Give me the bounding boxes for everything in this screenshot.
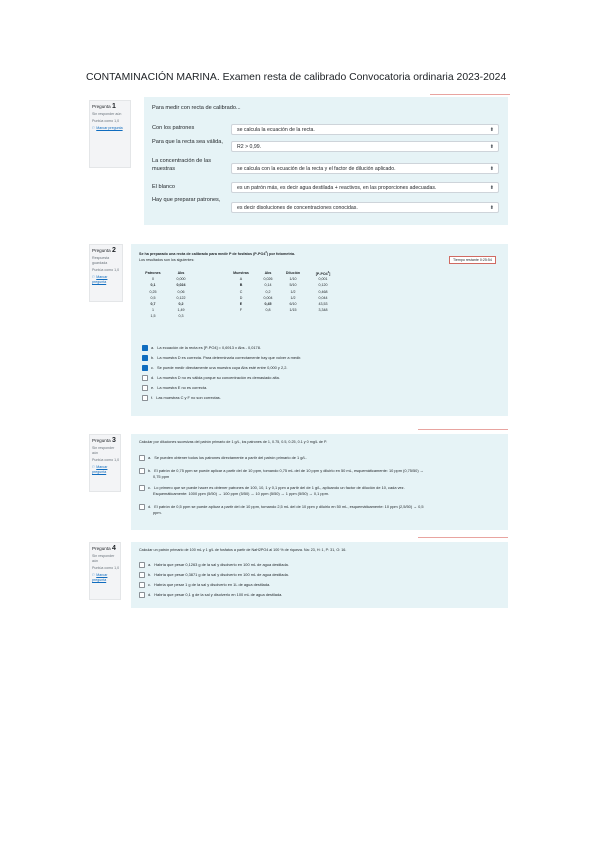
question-status: Sin responder aún <box>92 446 115 455</box>
page-title: CONTAMINACIÓN MARINA. Examen resta de ca… <box>86 72 507 83</box>
standards-table: Patrones Abs 0 0,000 0,1 0,024 0,25 0,06 0,… <box>139 270 195 320</box>
checkbox[interactable] <box>139 468 145 474</box>
checkbox[interactable] <box>139 572 145 578</box>
question-intro: Para medir con recta de calibrado... <box>152 105 241 111</box>
question-score: Puntúa como 1,0 <box>92 458 120 462</box>
checkbox[interactable] <box>139 504 145 510</box>
table-row: F 0,8 1/15 3,348 <box>239 308 328 313</box>
answer-option-e[interactable]: e. La muestra E no es correcta. <box>142 385 207 391</box>
answer-option-a[interactable]: a. Se pueden obtener todos los patrones d… <box>139 455 307 461</box>
question-subtext: Los resultados son los siguientes: <box>139 258 195 262</box>
question-status: Sin responder aún <box>92 554 115 563</box>
divider <box>418 429 508 430</box>
match-select-2[interactable]: R2 > 0,99. ⬍ <box>231 141 499 152</box>
question-number: 1 <box>111 103 116 110</box>
samples-table: Muestras Abs Dilución [P-PO43] A 0,026 1/1… <box>226 270 340 313</box>
match-label-3: La concentración de las muestras <box>152 158 212 172</box>
chevron-down-icon: ⬍ <box>489 127 494 133</box>
question-label: Pregunta <box>92 438 111 443</box>
answer-option-d[interactable]: d. El patrón de 0,5 ppm se puede aplicar … <box>139 504 424 510</box>
answer-option-a[interactable]: a. Habría que pesar 0,1263 g de la sal y … <box>139 562 289 568</box>
checkbox[interactable] <box>139 562 145 568</box>
question-status: Respuesta guardada <box>92 256 110 265</box>
checkbox[interactable] <box>142 395 148 401</box>
checkbox[interactable] <box>142 355 148 361</box>
checkbox[interactable] <box>142 345 148 351</box>
timer: Tiempo restante 0:25:54 <box>449 256 496 264</box>
question-score: Puntúa como 1,0 <box>92 268 120 272</box>
answer-option-d-cont: ppm. <box>153 510 162 515</box>
match-label-4: El blanco <box>152 184 176 190</box>
checkbox[interactable] <box>139 592 145 598</box>
question-content-4: Calcular un patrón primario de 100 mL y … <box>131 542 508 608</box>
question-number: 2 <box>111 247 116 254</box>
question-text: Calcular un patrón primario de 100 mL y … <box>139 548 347 552</box>
checkbox[interactable] <box>142 365 148 371</box>
match-select-4[interactable]: es un patrón más, es decir agua destilad… <box>231 182 499 193</box>
question-number: 4 <box>111 545 116 552</box>
chevron-down-icon: ⬍ <box>489 185 494 191</box>
question-score: Puntúa como 1,0 <box>92 119 120 123</box>
checkbox[interactable] <box>142 385 148 391</box>
answer-option-b[interactable]: b. El patrón de 0,75 ppm se puede aplicar… <box>139 468 424 474</box>
answer-option-f[interactable]: f. Las muestras C y F no son correctas. <box>142 395 221 401</box>
divider <box>430 94 510 95</box>
answer-option-c-cont: Esquemáticamente: 1000 ppm (5/50) → 100 … <box>153 491 330 496</box>
flag-question-link[interactable]: ⚐ Marcar pregunta <box>92 465 120 475</box>
question-status: Sin responder aún <box>92 112 122 116</box>
checkbox[interactable] <box>139 582 145 588</box>
answer-option-d[interactable]: d. Habría que pesar 0,1 g de la sal y dis… <box>139 592 282 598</box>
checkbox[interactable] <box>142 375 148 381</box>
question-info-4: Pregunta 4 Sin responder aún Puntúa como… <box>89 542 121 600</box>
checkbox[interactable] <box>139 485 145 491</box>
question-info-3: Pregunta 3 Sin responder aún Puntúa como… <box>89 434 121 492</box>
match-label-1: Con los patrones <box>152 125 195 131</box>
question-content-3: Calcular por diluciones sucesivas del pa… <box>131 434 508 530</box>
match-select-5[interactable]: es decir disoluciones de concentraciones… <box>231 202 499 213</box>
question-text: Se ha preparado una recta de calibrado p… <box>139 251 296 257</box>
question-score: Puntúa como 1,0 <box>92 566 120 570</box>
divider <box>418 537 508 538</box>
answer-option-b[interactable]: b. La muestra D es correcta. Para determi… <box>142 355 301 361</box>
question-label: Pregunta <box>92 104 111 109</box>
question-text: Calcular por diluciones sucesivas del pa… <box>139 440 327 444</box>
match-label-5: Hay que preparar patrones, <box>152 197 221 203</box>
answer-option-b-cont: 0,75 ppm <box>153 474 170 479</box>
match-select-3[interactable]: se calcula con la ecuación de la recta y… <box>231 163 499 174</box>
checkbox[interactable] <box>139 455 145 461</box>
question-content-2: Se ha preparado una recta de calibrado p… <box>131 244 508 416</box>
question-info-2: Pregunta 2 Respuesta guardada Puntúa com… <box>89 244 123 302</box>
answer-option-b[interactable]: b. Habría que pesar 0,3871 g de la sal y … <box>139 572 289 578</box>
question-label: Pregunta <box>92 248 111 253</box>
answer-option-c[interactable]: c. Se puede medir directamente una muestr… <box>142 365 287 371</box>
chevron-down-icon: ⬍ <box>489 144 494 150</box>
answer-option-c[interactable]: c. Habría que pesar 1 g de la sal y disol… <box>139 582 270 588</box>
question-info-1: Pregunta 1 Sin responder aún Puntúa como… <box>89 100 131 168</box>
answer-option-a[interactable]: a. La ecuación de la recta es [P-PO4] = 0… <box>142 345 261 351</box>
chevron-down-icon: ⬍ <box>489 205 494 211</box>
flag-question-link[interactable]: ⚐ Marcar pregunta <box>92 573 120 583</box>
question-label: Pregunta <box>92 546 111 551</box>
match-label-2: Para que la recta sea válida, <box>152 139 223 145</box>
table-row: 1,5 0,3 <box>150 314 184 319</box>
flag-question-link[interactable]: ⚐ Marcar pregunta <box>92 275 122 285</box>
match-select-1[interactable]: se calcula la ecuación de la recta. ⬍ <box>231 124 499 135</box>
flag-question-link[interactable]: ⚐ Marcar pregunta <box>92 126 130 131</box>
chevron-down-icon: ⬍ <box>489 166 494 172</box>
answer-option-d[interactable]: d. La muestra D no es válida porque su co… <box>142 375 280 381</box>
question-content-1: Para medir con recta de calibrado... Con… <box>144 97 508 225</box>
question-number: 3 <box>111 437 116 444</box>
